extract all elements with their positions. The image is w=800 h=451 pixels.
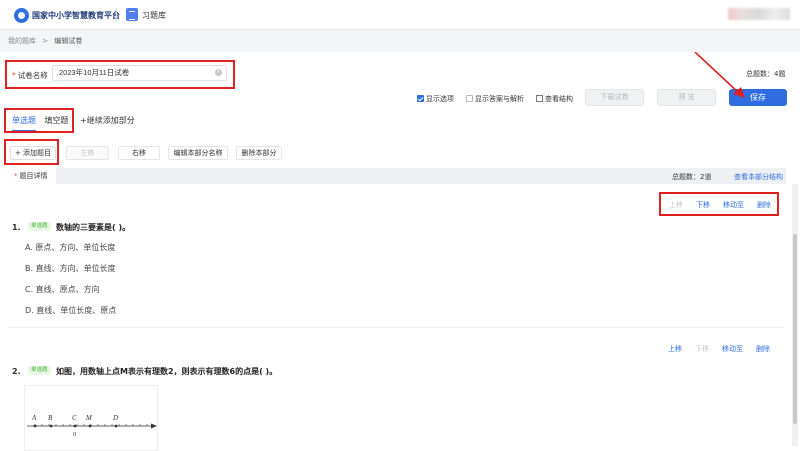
point-d-label: D — [112, 414, 118, 422]
question-2-figure: A B C M D 0 — [24, 385, 158, 451]
zero-label: 0 — [73, 431, 76, 438]
move-left-button[interactable]: 左移 — [66, 146, 109, 160]
top-bar: 国家中小学智慧教育平台 习题库 — [0, 0, 800, 30]
header-divider — [116, 8, 117, 22]
question-1-stem: 数轴的三要素是( )。 — [56, 223, 131, 232]
user-avatar[interactable] — [728, 8, 790, 20]
editor-panel: * 试卷名称 2023年10月11日试卷 × 总题数：4题 显示选项 显示答案与解… — [0, 52, 800, 451]
breadcrumb-root[interactable]: 我的题库 — [8, 37, 36, 45]
highlight-box-add-question — [4, 139, 59, 165]
point-a-label: A — [31, 414, 37, 422]
scrollbar-thumb[interactable] — [793, 234, 797, 424]
point-c-label: C — [72, 414, 77, 422]
move-right-button[interactable]: 右移 — [118, 146, 160, 160]
add-part-button[interactable]: +继续添加部分 — [80, 115, 135, 126]
question-1-option-a: A. 原点、方向、单位长度 — [25, 243, 116, 252]
move-up-button[interactable]: 上移 — [668, 344, 682, 354]
site-name[interactable]: 国家中小学智慧教育平台 — [32, 10, 120, 21]
delete-question-button[interactable]: 删除 — [756, 344, 770, 354]
question-2-stem: 如图，用数轴上点M表示有理数2，则表示有理数6的点是( )。 — [56, 367, 278, 376]
move-to-button[interactable]: 移动至 — [722, 344, 743, 354]
question-type-badge: 单选题 — [28, 222, 51, 231]
breadcrumb: 我的题库 > 编辑试卷 — [8, 36, 86, 46]
detail-title-text: 题目详情 — [19, 172, 48, 180]
platform-logo-icon[interactable] — [14, 8, 29, 23]
breadcrumb-current: 编辑试卷 — [54, 37, 83, 45]
question-1-option-d: D. 直线、单位长度、原点 — [25, 306, 117, 315]
question-1-option-c: C. 直线、原点、方向 — [25, 285, 100, 294]
move-down-button[interactable]: 下移 — [695, 344, 709, 354]
question-type-badge: 单选题 — [28, 366, 51, 375]
point-m-label: M — [85, 414, 93, 422]
delete-part-button[interactable]: 删除本部分 — [236, 146, 282, 160]
point-b-label: B — [48, 414, 53, 422]
detail-header-bar — [8, 168, 786, 184]
part-question-count: 总题数：2道 — [672, 173, 712, 181]
question-1-number: 1. — [12, 223, 21, 232]
edit-part-name-button[interactable]: 编辑本部分名称 — [168, 146, 228, 160]
view-part-structure-link[interactable]: 查看本部分结构 — [734, 172, 783, 182]
highlight-box-tabs — [4, 108, 74, 133]
question-2-actions: 上移 下移 移动至 删除 — [668, 344, 783, 354]
module-title[interactable]: 习题库 — [142, 10, 166, 21]
number-line-diagram: A B C M D 0 — [27, 414, 157, 438]
question-separator — [8, 327, 784, 328]
detail-title: * 题目详情 — [8, 168, 56, 184]
question-2-number: 2. — [12, 367, 21, 376]
exercise-bank-icon — [126, 8, 138, 21]
required-star: * — [14, 172, 18, 180]
breadcrumb-separator: > — [42, 37, 49, 45]
question-1-option-b: B. 直线、方向、单位长度 — [25, 264, 116, 273]
highlight-box-question-actions — [659, 192, 779, 216]
